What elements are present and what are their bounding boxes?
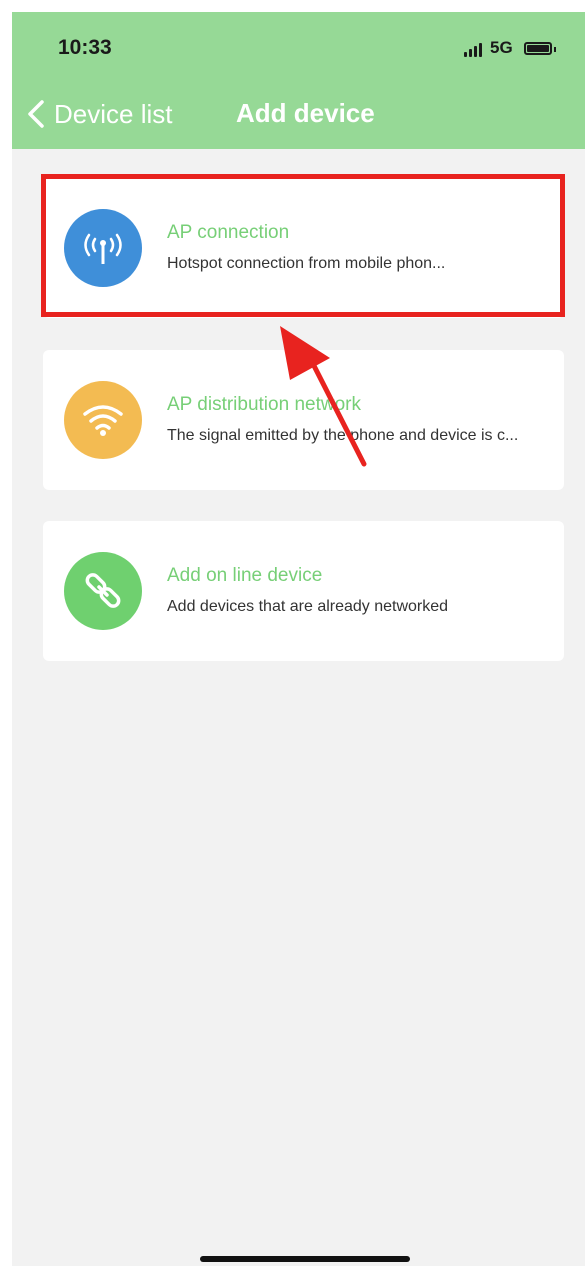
phone-screen: 10:33 5G Device list Add device AP conne… <box>12 12 585 1266</box>
back-label: Device list <box>54 98 173 129</box>
header-bar: 10:33 5G Device list Add device <box>12 12 585 149</box>
back-button[interactable]: Device list <box>26 98 172 130</box>
battery-icon <box>524 42 552 55</box>
option-title: Add on line device <box>167 565 323 586</box>
chevron-left-icon <box>28 100 44 128</box>
network-type: 5G <box>490 38 513 57</box>
link-icon <box>64 552 142 630</box>
option-description: Add devices that are already networked <box>167 598 449 615</box>
option-add-online-device[interactable]: Add on line device Add devices that are … <box>43 521 564 661</box>
highlight-box <box>41 174 565 317</box>
battery-cap <box>554 47 556 52</box>
page-title: Add device <box>236 98 375 128</box>
status-time: 10:33 <box>58 36 112 59</box>
annotation-arrow <box>280 326 367 467</box>
signal-icon <box>464 43 486 57</box>
wifi-icon <box>64 381 142 459</box>
home-indicator[interactable] <box>200 1256 410 1262</box>
